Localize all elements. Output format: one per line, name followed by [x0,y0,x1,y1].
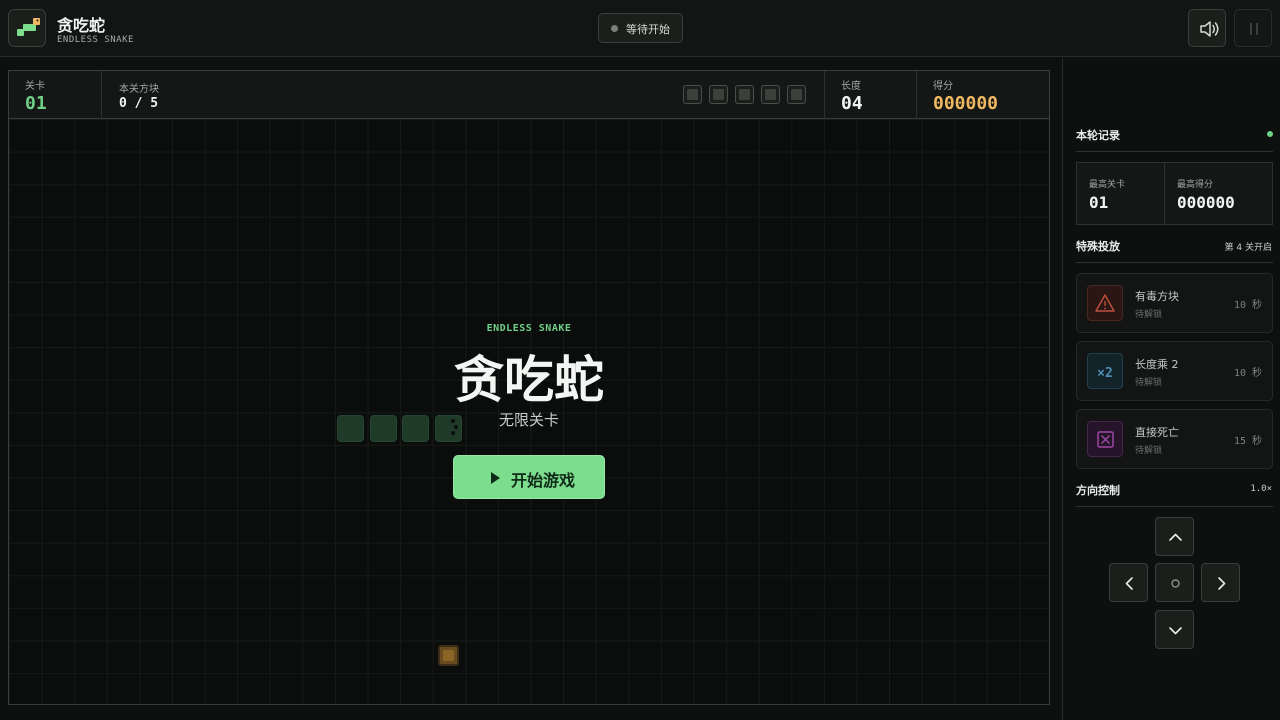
score-stat: 得分 000000 [917,71,1049,119]
divider [1076,151,1273,152]
special-item-duration: 10 秒 [1233,368,1262,379]
block-progress-slot [735,85,754,104]
length-stat: 长度 04 [825,71,917,119]
special-item-state: 待解锁 [1135,310,1163,320]
best-level-value: 01 [1089,193,1109,212]
overlay-title: 贪吃蛇 [454,351,604,409]
dpad-up-button[interactable] [1155,517,1194,556]
top-bar: 贪吃蛇 ENDLESS SNAKE 等待开始 [0,0,1280,57]
chevron-down-icon [1169,627,1182,635]
blocks-label: 本关方块 [119,84,159,95]
snake-logo-icon [8,9,46,47]
dpad-right-button[interactable] [1201,563,1240,602]
level-stat: 关卡 01 [9,71,101,119]
length-label: 长度 [841,81,861,92]
game-board[interactable]: ENDLESS SNAKE 贪吃蛇 无限关卡 开始游戏 [9,119,1049,704]
level-value: 01 [25,93,47,114]
records-title: 本轮记录 [1076,129,1120,142]
score-label: 得分 [933,81,953,92]
length-value: 04 [841,93,863,114]
overlay-subtitle: 无限关卡 [498,411,559,429]
blocks-stat: 本关方块 0 / 5 [103,71,303,119]
best-level-label: 最高关卡 [1089,180,1126,190]
play-icon [491,472,500,484]
sound-button[interactable] [1188,9,1226,47]
app-title: 贪吃蛇 [57,16,106,35]
records-card: 最高关卡 01 最高得分 000000 [1076,162,1273,225]
chevron-left-icon [1125,577,1133,590]
best-score: 最高得分 000000 [1165,163,1272,224]
game-panel: 关卡 01 本关方块 0 / 5 长度 04 得分 000000 ENDLESS… [8,70,1050,705]
special-item-name: 长度乘 2 [1135,358,1179,371]
pause-icon [1250,23,1258,35]
chevron-right-icon [1218,577,1226,590]
divider [1076,506,1273,507]
special-item-poison: 有毒方块 待解锁 10 秒 [1076,273,1273,333]
block-progress-slot [683,85,702,104]
best-score-value: 000000 [1177,193,1235,212]
divider [1076,262,1273,263]
pause-button[interactable] [1234,9,1272,47]
score-value: 000000 [933,93,999,114]
speed-indicator: 1.0× [1250,484,1272,494]
best-level: 最高关卡 01 [1077,163,1164,224]
chevron-up-icon [1169,533,1182,541]
circle-icon [1171,579,1180,588]
special-item-double: ×2 长度乘 2 待解锁 10 秒 [1076,341,1273,401]
app-subtitle: ENDLESS SNAKE [57,35,134,45]
live-indicator-icon [1267,131,1273,137]
start-game-button[interactable]: 开始游戏 [453,455,605,499]
warning-triangle-icon [1087,285,1123,321]
status-text: 等待开始 [626,23,670,36]
dpad-left-button[interactable] [1109,563,1148,602]
start-game-label: 开始游戏 [511,471,576,490]
x-box-icon [1087,421,1123,457]
special-item-duration: 10 秒 [1233,300,1262,311]
speaker-icon [1200,21,1219,37]
block-progress-slot [761,85,780,104]
status-dot-icon [611,25,618,32]
block-progress-slot [709,85,728,104]
x2-icon: ×2 [1087,353,1123,389]
food-block [438,645,459,666]
dpad-down-button[interactable] [1155,610,1194,649]
special-item-name: 有毒方块 [1135,290,1179,303]
special-item-duration: 15 秒 [1233,436,1262,447]
special-item-death: 直接死亡 待解锁 15 秒 [1076,409,1273,469]
side-panel: 本轮记录 最高关卡 01 最高得分 000000 特殊投放 第 4 关开启 有毒… [1062,58,1280,720]
stats-bar: 关卡 01 本关方块 0 / 5 长度 04 得分 000000 [9,71,1049,119]
specials-title: 特殊投放 [1076,240,1120,253]
overlay-kicker: ENDLESS SNAKE [486,323,572,334]
best-score-label: 最高得分 [1177,180,1214,190]
svg-text:×2: ×2 [1097,366,1113,381]
special-item-name: 直接死亡 [1135,426,1179,439]
dpad-center-button[interactable] [1155,563,1194,602]
blocks-value: 0 / 5 [119,96,159,111]
game-status-badge: 等待开始 [598,13,683,43]
level-label: 关卡 [25,81,45,92]
divider [101,71,102,119]
special-item-state: 待解锁 [1135,378,1163,388]
specials-unlock-note: 第 4 关开启 [1224,243,1272,253]
block-progress-slot [787,85,806,104]
special-item-state: 待解锁 [1135,446,1163,456]
controls-title: 方向控制 [1076,484,1120,497]
